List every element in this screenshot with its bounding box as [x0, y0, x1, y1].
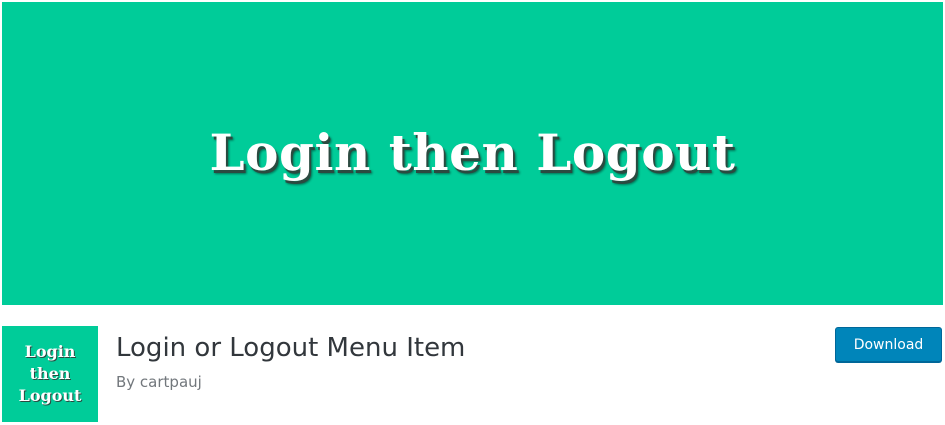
banner-title: Login then Logout [209, 123, 736, 182]
plugin-title: Login or Logout Menu Item [116, 333, 466, 363]
plugin-banner: Login then Logout [2, 2, 943, 305]
icon-line-1: Login [24, 342, 76, 361]
icon-line-2: then [29, 364, 71, 383]
download-button[interactable]: Download [835, 327, 942, 362]
icon-line-3: Logout [18, 386, 82, 405]
plugin-icon: Login then Logout [2, 326, 98, 422]
plugin-author: By cartpauj [116, 373, 202, 391]
